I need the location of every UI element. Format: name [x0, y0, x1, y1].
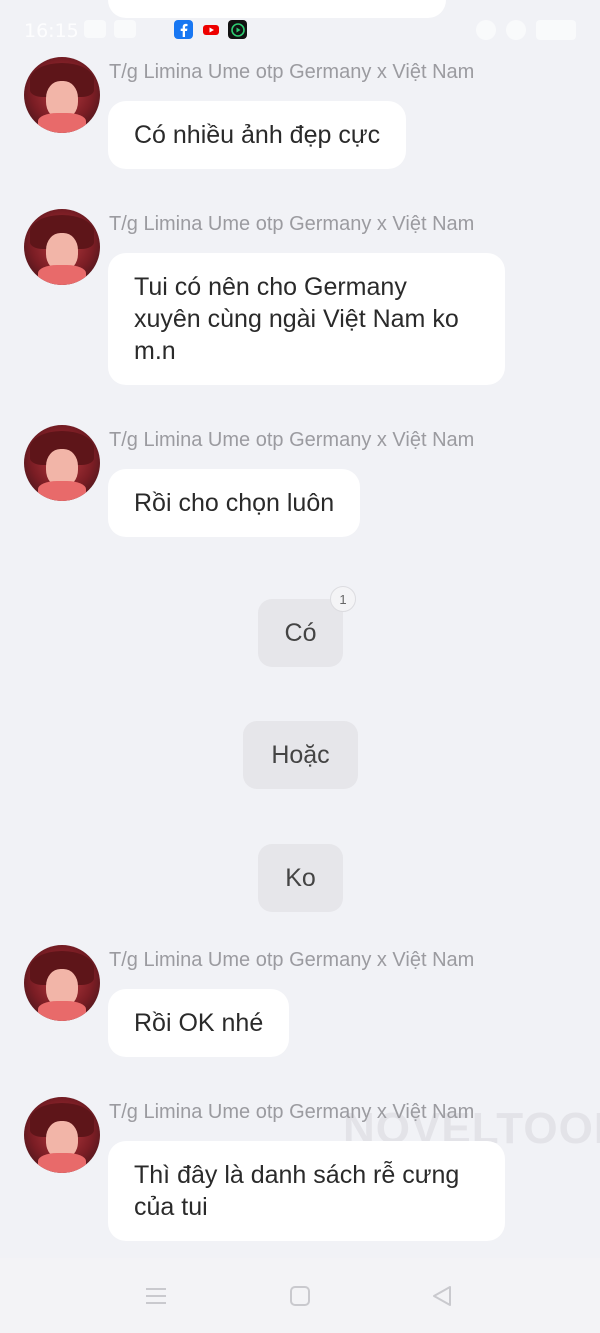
sender-name: T/g Limina Ume otp Germany x Việt Nam: [109, 949, 475, 971]
choice-option-hoac[interactable]: Hoặc: [243, 721, 358, 789]
battery-icon: [536, 20, 576, 40]
status-time: 16:15: [24, 20, 79, 42]
youtube-icon: [201, 20, 220, 39]
message-bubble[interactable]: Rồi OK nhé: [108, 989, 290, 1057]
navigation-bar: [0, 1258, 600, 1333]
message-bubble[interactable]: Tui có nên cho Germany xuyên cùng ngài V…: [108, 253, 505, 385]
message-bubble[interactable]: Có nhiều ảnh đẹp cực: [108, 101, 407, 169]
sender-name: T/g Limina Ume otp Germany x Việt Nam: [109, 61, 475, 83]
avatar[interactable]: [24, 57, 100, 133]
facebook-icon: [174, 20, 193, 39]
wifi-icon: [114, 20, 136, 38]
home-square-icon[interactable]: [288, 1284, 312, 1308]
mute-icon: [476, 20, 496, 40]
sim-icon: [84, 20, 106, 38]
choice-label: Ko: [285, 863, 316, 892]
notification-icons: [174, 20, 247, 39]
choice-label: Hoặc: [271, 740, 330, 769]
avatar[interactable]: [24, 425, 100, 501]
sender-name: T/g Limina Ume otp Germany x Việt Nam: [109, 429, 475, 451]
choice-label: Có: [284, 618, 317, 647]
choice-option-co[interactable]: Có: [258, 599, 343, 667]
message-bubble[interactable]: Thì đây là danh sách rễ cưng của tui: [108, 1141, 505, 1241]
choice-count-badge: 1: [330, 586, 356, 612]
sender-name: T/g Limina Ume otp Germany x Việt Nam: [109, 213, 475, 235]
alarm-icon: [506, 20, 526, 40]
avatar[interactable]: [24, 209, 100, 285]
status-icons-right: [476, 20, 576, 40]
choice-option-ko[interactable]: Ko: [258, 844, 343, 912]
avatar[interactable]: [24, 945, 100, 1021]
previous-message-bubble: [108, 0, 446, 18]
menu-icon[interactable]: [144, 1284, 168, 1308]
sender-name: T/g Limina Ume otp Germany x Việt Nam: [109, 1101, 475, 1123]
avatar[interactable]: [24, 1097, 100, 1173]
back-triangle-icon[interactable]: [430, 1284, 454, 1308]
status-icons-left: [84, 20, 136, 38]
media-app-icon: [228, 20, 247, 39]
message-bubble[interactable]: Rồi cho chọn luôn: [108, 469, 361, 537]
